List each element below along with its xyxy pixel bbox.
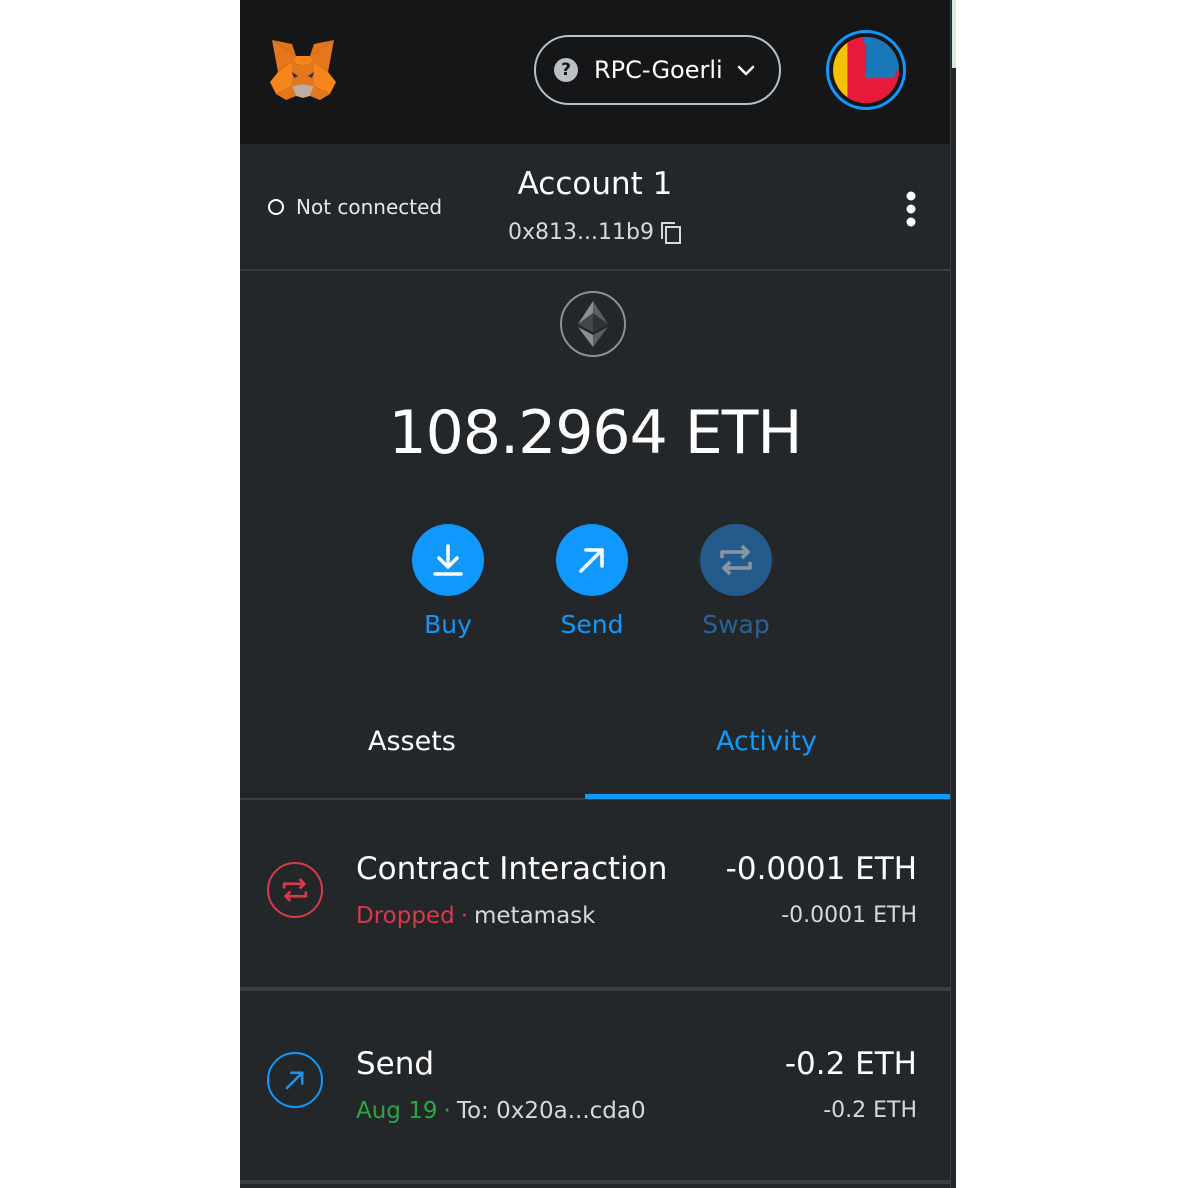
- account-bar: Not connected Account 1 0x813...11b9: [240, 144, 950, 271]
- eth-logo-icon: [560, 291, 626, 357]
- wallet-popup: ? RPC-Goerli Not connected Account 1 0x8…: [240, 0, 956, 1188]
- send-arrow-icon: [579, 548, 604, 573]
- swap-arrows-icon: [267, 862, 323, 918]
- window-edge: [950, 0, 956, 1188]
- separator-dot: ·: [460, 903, 468, 929]
- chevron-down-icon: [737, 65, 755, 76]
- tab-bar: Assets Activity: [240, 690, 950, 800]
- transaction-recipient: To: 0x20a...cda0: [456, 1098, 646, 1124]
- swap-circle: [700, 524, 772, 596]
- separator-dot: ·: [443, 1098, 451, 1124]
- network-selector[interactable]: ? RPC-Goerli: [534, 35, 781, 105]
- account-options-icon[interactable]: [904, 191, 918, 227]
- account-address[interactable]: 0x813...11b9: [240, 220, 950, 245]
- buy-button[interactable]: Buy: [393, 524, 503, 639]
- tab-activity[interactable]: Activity: [716, 726, 817, 757]
- metamask-fox-icon[interactable]: [268, 36, 338, 104]
- send-label: Send: [560, 610, 624, 639]
- activity-list-item[interactable]: Contract Interaction Dropped · metamask -0…: [240, 801, 950, 991]
- account-name: Account 1: [517, 166, 673, 202]
- account-avatar[interactable]: [826, 30, 906, 110]
- transaction-title: Contract Interaction: [356, 851, 668, 887]
- download-icon: [433, 544, 463, 576]
- send-button[interactable]: Send: [537, 524, 647, 639]
- transaction-subtitle: Dropped · metamask: [356, 903, 595, 929]
- send-circle: [556, 524, 628, 596]
- activity-list-item[interactable]: Send Aug 19 · To: 0x20a...cda0 -0.2 ETH -0…: [240, 994, 950, 1184]
- copy-icon[interactable]: [660, 221, 682, 245]
- transaction-title: Send: [356, 1046, 435, 1082]
- transaction-origin: metamask: [474, 903, 596, 929]
- active-tab-indicator: [585, 794, 950, 799]
- swap-button[interactable]: Swap: [681, 524, 791, 639]
- send-arrow-icon: [267, 1052, 323, 1108]
- swap-arrows-icon: [720, 544, 752, 576]
- account-address-text: 0x813...11b9: [508, 220, 654, 245]
- transaction-amount: -0.0001 ETH: [725, 851, 917, 887]
- balance-amount: 108.2964 ETH: [388, 398, 802, 468]
- transaction-status: Dropped: [356, 903, 455, 929]
- transaction-date: Aug 19: [356, 1098, 438, 1124]
- identicon-icon: [833, 37, 899, 103]
- question-mark-icon: ?: [554, 58, 578, 82]
- network-label: RPC-Goerli: [594, 56, 723, 84]
- transaction-subtitle: Aug 19 · To: 0x20a...cda0: [356, 1098, 646, 1124]
- swap-label: Swap: [702, 610, 770, 639]
- transaction-amount: -0.2 ETH: [784, 1046, 917, 1082]
- buy-circle: [412, 524, 484, 596]
- window-edge-highlight: [952, 0, 956, 68]
- app-header: ? RPC-Goerli: [240, 0, 956, 144]
- tab-assets[interactable]: Assets: [368, 726, 456, 757]
- buy-label: Buy: [424, 610, 472, 639]
- transaction-secondary-amount: -0.0001 ETH: [781, 903, 917, 928]
- wallet-actions: Buy Send Swap: [240, 524, 950, 654]
- transaction-secondary-amount: -0.2 ETH: [823, 1098, 917, 1123]
